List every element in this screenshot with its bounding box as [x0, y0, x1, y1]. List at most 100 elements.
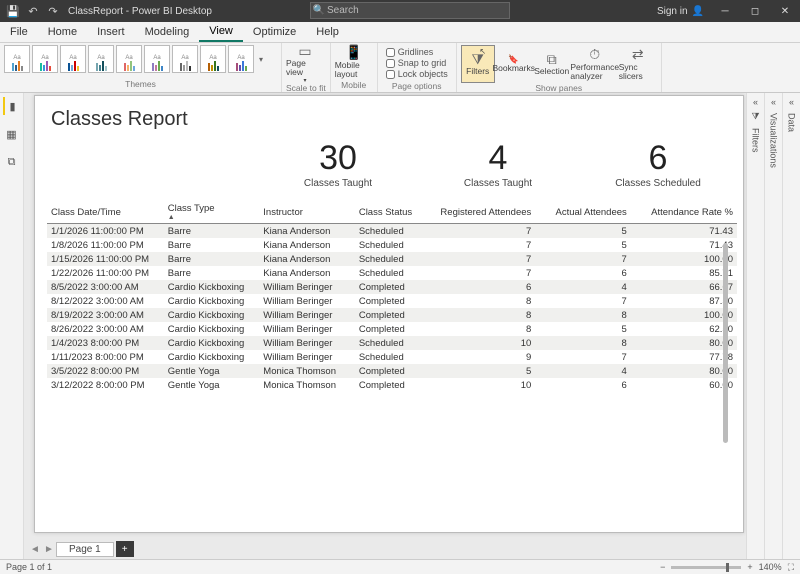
maximize-button[interactable]: ◻: [740, 0, 770, 22]
zoom-out-icon[interactable]: −: [660, 562, 665, 572]
table-row[interactable]: 1/11/2023 8:00:00 PMCardio KickboxingWil…: [47, 350, 737, 364]
kpi-value: 30: [283, 139, 393, 178]
table-cell: Barre: [164, 224, 260, 239]
sort-asc-icon: ▲: [168, 214, 256, 221]
kpi-value: 6: [603, 139, 713, 178]
performance-analyzer-button[interactable]: ⏱ Performance analyzer: [571, 45, 619, 83]
filters-button[interactable]: ⧩ Filters ↖: [461, 45, 495, 83]
table-cell: Cardio Kickboxing: [164, 280, 260, 294]
titlebar: 💾 ↶ ↷ ClassReport - Power BI Desktop 🔍 S…: [0, 0, 800, 22]
table-row[interactable]: 8/26/2022 3:00:00 AMCardio KickboxingWil…: [47, 322, 737, 336]
page-view-button[interactable]: ▭ Page view ▾: [286, 45, 324, 83]
lock-checkbox[interactable]: Lock objects: [386, 69, 448, 79]
visualizations-pane-collapsed[interactable]: « Visualizations: [764, 93, 782, 559]
table-cell: 100.00: [631, 252, 737, 266]
table-cell: 8: [429, 308, 535, 322]
mobile-icon: 📱: [345, 45, 362, 61]
theme-swatch[interactable]: Aa: [200, 45, 226, 73]
table-cell: Monica Thomson: [259, 378, 355, 392]
zoom-slider[interactable]: [671, 566, 741, 569]
table-row[interactable]: 3/5/2022 8:00:00 PMGentle YogaMonica Tho…: [47, 364, 737, 378]
model-view-icon[interactable]: ⧉: [3, 153, 21, 171]
table-row[interactable]: 1/4/2023 8:00:00 PMCardio KickboxingWill…: [47, 336, 737, 350]
col-actual[interactable]: Actual Attendees: [535, 201, 631, 224]
menu-insert[interactable]: Insert: [87, 23, 135, 41]
save-icon[interactable]: 💾: [6, 4, 20, 18]
data-table[interactable]: Class Date/Time Class Type▲ Instructor C…: [47, 201, 737, 392]
kpi-value: 4: [443, 139, 553, 178]
menu-home[interactable]: Home: [38, 23, 87, 41]
mobile-layout-button[interactable]: 📱 Mobile layout: [335, 45, 373, 80]
page-tab[interactable]: Page 1: [56, 542, 114, 557]
sync-icon: ⇄: [632, 47, 644, 63]
table-cell: Monica Thomson: [259, 364, 355, 378]
theme-expand-icon[interactable]: ▾: [256, 45, 266, 73]
menu-optimize[interactable]: Optimize: [243, 23, 306, 41]
snap-checkbox[interactable]: Snap to grid: [386, 58, 448, 68]
table-row[interactable]: 8/12/2022 3:00:00 AMCardio KickboxingWil…: [47, 294, 737, 308]
minimize-button[interactable]: ─: [710, 0, 740, 22]
search-box[interactable]: 🔍 Search: [310, 2, 510, 19]
col-classtype[interactable]: Class Type▲: [164, 201, 260, 224]
sync-slicers-button[interactable]: ⇄ Sync slicers: [619, 45, 657, 83]
selection-button[interactable]: ⧉ Selection: [533, 45, 571, 83]
menu-modeling[interactable]: Modeling: [135, 23, 200, 41]
table-row[interactable]: 8/5/2022 3:00:00 AMCardio KickboxingWill…: [47, 280, 737, 294]
menu-view[interactable]: View: [199, 22, 243, 42]
theme-swatch[interactable]: Aa: [172, 45, 198, 73]
table-row[interactable]: 8/19/2022 3:00:00 AMCardio KickboxingWil…: [47, 308, 737, 322]
kpi-card[interactable]: 6 Classes Scheduled: [603, 139, 713, 189]
undo-icon[interactable]: ↶: [26, 4, 40, 18]
col-instructor[interactable]: Instructor: [259, 201, 355, 224]
table-cell: 100.00: [631, 308, 737, 322]
table-cell: 8/19/2022 3:00:00 AM: [47, 308, 164, 322]
theme-swatch[interactable]: Aa: [32, 45, 58, 73]
data-pane-collapsed[interactable]: « Data: [782, 93, 800, 559]
report-canvas[interactable]: Classes Report 30 Classes Taught 4 Class…: [34, 95, 744, 533]
kpi-card[interactable]: 4 Classes Taught: [443, 139, 553, 189]
table-row[interactable]: 1/22/2026 11:00:00 PMBarreKiana Anderson…: [47, 266, 737, 280]
zoom-in-icon[interactable]: +: [747, 562, 752, 572]
theme-gallery[interactable]: Aa Aa Aa Aa Aa Aa Aa Aa Aa ▾: [4, 45, 277, 73]
theme-swatch[interactable]: Aa: [4, 45, 30, 73]
tab-prev-icon[interactable]: ◄: [28, 544, 42, 555]
report-view-icon[interactable]: ▮: [3, 97, 21, 115]
table-cell: 85.71: [631, 266, 737, 280]
col-registered[interactable]: Registered Attendees: [429, 201, 535, 224]
menu-file[interactable]: File: [0, 23, 38, 41]
table-cell: Kiana Anderson: [259, 252, 355, 266]
menu-help[interactable]: Help: [306, 23, 349, 41]
tab-next-icon[interactable]: ►: [42, 544, 56, 555]
table-row[interactable]: 1/8/2026 11:00:00 PMBarreKiana AndersonS…: [47, 238, 737, 252]
kpi-card[interactable]: 30 Classes Taught: [283, 139, 393, 189]
col-status[interactable]: Class Status: [355, 201, 429, 224]
table-row[interactable]: 1/15/2026 11:00:00 PMBarreKiana Anderson…: [47, 252, 737, 266]
content-area: ▮ ▦ ⧉ Classes Report 30 Classes Taught 4…: [0, 93, 800, 559]
theme-swatch[interactable]: Aa: [88, 45, 114, 73]
bookmarks-button[interactable]: 🔖 Bookmarks: [495, 45, 533, 83]
vertical-scrollbar[interactable]: [723, 243, 728, 443]
table-cell: Scheduled: [355, 252, 429, 266]
theme-swatch[interactable]: Aa: [60, 45, 86, 73]
table-view-icon[interactable]: ▦: [3, 125, 21, 143]
table-cell: Gentle Yoga: [164, 364, 260, 378]
theme-swatch[interactable]: Aa: [144, 45, 170, 73]
table-cell: 4: [535, 364, 631, 378]
redo-icon[interactable]: ↷: [46, 4, 60, 18]
table-row[interactable]: 1/1/2026 11:00:00 PMBarreKiana AndersonS…: [47, 224, 737, 239]
zoom-level: 140%: [759, 562, 782, 572]
table-cell: 4: [535, 280, 631, 294]
theme-swatch[interactable]: Aa: [116, 45, 142, 73]
col-rate[interactable]: Attendance Rate %: [631, 201, 737, 224]
close-button[interactable]: ✕: [770, 0, 800, 22]
ribbon-group-mobile-label: Mobile: [335, 80, 373, 91]
add-page-button[interactable]: +: [116, 541, 134, 557]
filters-pane-collapsed[interactable]: « ⧩ Filters: [746, 93, 764, 559]
theme-swatch[interactable]: Aa: [228, 45, 254, 73]
sign-in-button[interactable]: Sign in 👤: [651, 6, 710, 17]
table-row[interactable]: 3/12/2022 8:00:00 PMGentle YogaMonica Th…: [47, 378, 737, 392]
fit-page-icon[interactable]: ⛶: [788, 562, 794, 573]
gridlines-checkbox[interactable]: Gridlines: [386, 47, 448, 57]
col-datetime[interactable]: Class Date/Time: [47, 201, 164, 224]
table-cell: Completed: [355, 280, 429, 294]
